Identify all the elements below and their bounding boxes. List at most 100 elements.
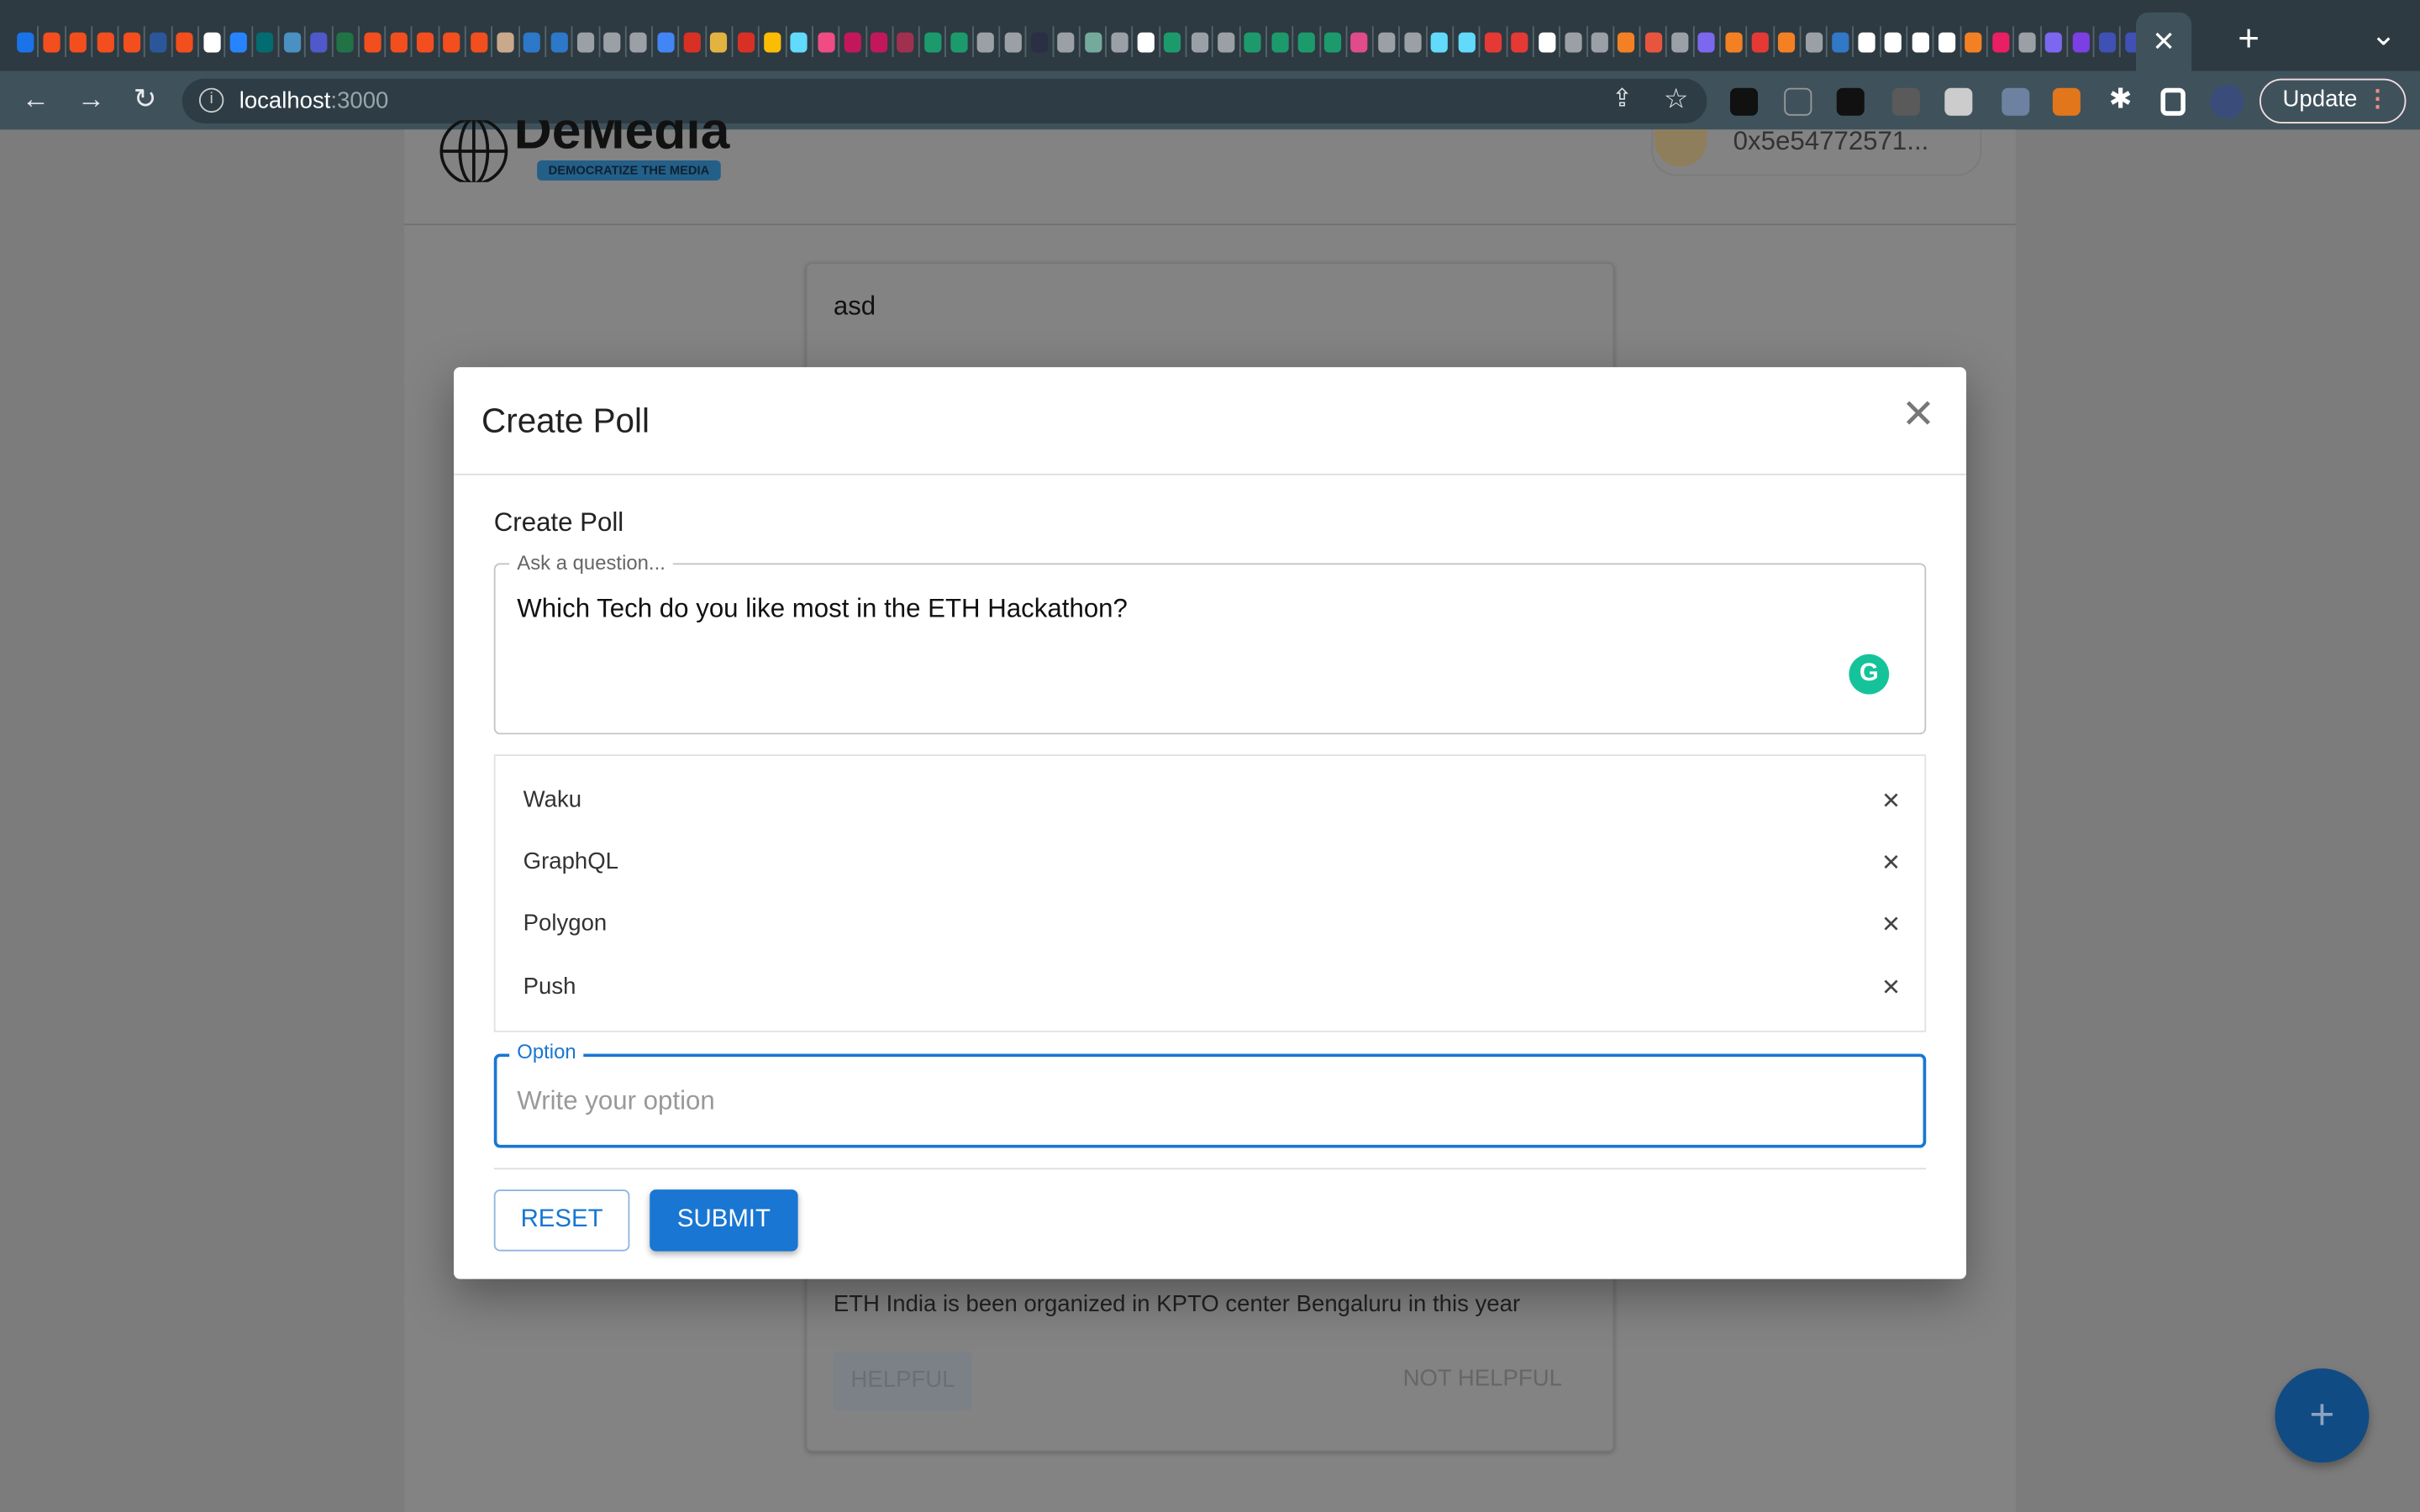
pinned-tab[interactable] bbox=[1988, 26, 2015, 57]
pinned-tab[interactable] bbox=[1614, 26, 1641, 57]
pinned-tab[interactable] bbox=[1374, 26, 1401, 57]
pinned-tab[interactable] bbox=[1694, 26, 1721, 57]
pinned-tab[interactable] bbox=[146, 26, 173, 57]
pinned-tab[interactable] bbox=[1534, 26, 1561, 57]
pinned-tab[interactable] bbox=[519, 26, 547, 57]
pinned-tab[interactable] bbox=[13, 26, 39, 57]
pinned-tab[interactable] bbox=[1907, 26, 1935, 57]
pinned-tab[interactable] bbox=[2068, 26, 2095, 57]
site-info-icon[interactable]: i bbox=[198, 87, 224, 113]
pinned-tab[interactable] bbox=[466, 26, 493, 57]
create-fab-button[interactable]: + bbox=[2275, 1368, 2370, 1463]
not-helpful-button[interactable]: NOT HELPFUL bbox=[1403, 1366, 1562, 1392]
pinned-tab[interactable] bbox=[386, 26, 413, 57]
pinned-tab[interactable] bbox=[1961, 26, 1988, 57]
metamask-icon[interactable] bbox=[2052, 87, 2081, 116]
menu-dots-icon[interactable]: ⋮ bbox=[2366, 81, 2390, 121]
pinned-tab[interactable] bbox=[439, 26, 466, 57]
remove-option-icon[interactable]: ✕ bbox=[1881, 974, 1901, 1001]
pinned-tab[interactable] bbox=[760, 26, 787, 57]
pinned-tab[interactable] bbox=[600, 26, 627, 57]
extension-eyedropper-icon[interactable] bbox=[2002, 87, 2030, 116]
address-bar[interactable] bbox=[182, 78, 1707, 123]
pinned-tab[interactable] bbox=[733, 26, 760, 57]
pinned-tab[interactable] bbox=[1667, 26, 1695, 57]
pinned-tab[interactable] bbox=[1054, 26, 1081, 57]
pinned-tab[interactable] bbox=[306, 26, 333, 57]
url-text[interactable]: localhost:3000 bbox=[239, 88, 389, 114]
pinned-tab[interactable] bbox=[573, 26, 600, 57]
update-button[interactable]: Update ⋮ bbox=[2259, 78, 2407, 123]
question-value[interactable]: Which Tech do you like most in the ETH H… bbox=[517, 594, 1128, 625]
pinned-tab[interactable] bbox=[413, 26, 440, 57]
pinned-tab[interactable] bbox=[1507, 26, 1534, 57]
extension-battery-icon[interactable] bbox=[1944, 87, 1973, 116]
pinned-tab[interactable] bbox=[1134, 26, 1160, 57]
pinned-tab[interactable] bbox=[199, 26, 226, 57]
pinned-tab[interactable] bbox=[866, 26, 894, 57]
pinned-tab[interactable] bbox=[1240, 26, 1267, 57]
pinned-tab[interactable] bbox=[253, 26, 280, 57]
pinned-tab[interactable] bbox=[1454, 26, 1481, 57]
pinned-tab[interactable] bbox=[1641, 26, 1668, 57]
pinned-tab[interactable] bbox=[226, 26, 253, 57]
pinned-tab[interactable] bbox=[840, 26, 867, 57]
submit-button[interactable]: SUBMIT bbox=[650, 1189, 798, 1252]
extension-lock-icon[interactable] bbox=[1836, 87, 1865, 116]
question-textarea[interactable] bbox=[493, 563, 1927, 735]
pinned-tab[interactable] bbox=[707, 26, 734, 57]
pinned-tab[interactable] bbox=[1721, 26, 1748, 57]
pinned-tab[interactable] bbox=[1080, 26, 1107, 57]
remove-option-icon[interactable]: ✕ bbox=[1881, 848, 1901, 876]
pinned-tab[interactable] bbox=[279, 26, 307, 57]
grammarly-icon[interactable]: G bbox=[1849, 654, 1890, 695]
pinned-tab[interactable] bbox=[333, 26, 360, 57]
pinned-tab[interactable] bbox=[973, 26, 1001, 57]
remove-option-icon[interactable]: ✕ bbox=[1881, 787, 1901, 815]
pinned-tab[interactable] bbox=[680, 26, 707, 57]
pinned-tab[interactable] bbox=[2014, 26, 2042, 57]
active-tab-close-button[interactable]: ✕ bbox=[2136, 12, 2192, 71]
pinned-tab[interactable] bbox=[1560, 26, 1588, 57]
remove-option-icon[interactable]: ✕ bbox=[1881, 911, 1901, 938]
back-icon[interactable]: ← bbox=[18, 83, 52, 116]
pinned-tab[interactable] bbox=[1401, 26, 1428, 57]
pinned-tab[interactable] bbox=[1774, 26, 1802, 57]
profile-avatar[interactable] bbox=[2210, 85, 2244, 119]
extensions-puzzle-icon[interactable]: ✱ bbox=[2103, 83, 2137, 116]
pinned-tab[interactable] bbox=[2095, 26, 2122, 57]
pinned-tab[interactable] bbox=[653, 26, 680, 57]
extension-gnome-icon[interactable] bbox=[1729, 87, 1759, 116]
side-panel-icon[interactable] bbox=[2160, 87, 2186, 116]
pinned-tab[interactable] bbox=[1213, 26, 1241, 57]
pinned-tab[interactable] bbox=[1881, 26, 1908, 57]
pinned-tab[interactable] bbox=[1828, 26, 1854, 57]
pinned-tab[interactable] bbox=[1000, 26, 1027, 57]
pinned-tab[interactable] bbox=[1934, 26, 1961, 57]
option-input[interactable] bbox=[497, 1057, 1923, 1145]
pinned-tab[interactable] bbox=[626, 26, 654, 57]
pinned-tab[interactable] bbox=[1481, 26, 1507, 57]
pinned-tab[interactable] bbox=[1267, 26, 1294, 57]
pinned-tab[interactable] bbox=[1320, 26, 1348, 57]
pinned-tab[interactable] bbox=[1587, 26, 1614, 57]
bookmark-star-icon[interactable]: ☆ bbox=[1659, 83, 1692, 116]
pinned-tab[interactable] bbox=[1748, 26, 1775, 57]
pinned-tab[interactable] bbox=[1347, 26, 1374, 57]
pinned-tab[interactable] bbox=[172, 26, 200, 57]
pinned-tab[interactable] bbox=[1160, 26, 1187, 57]
pinned-tab[interactable] bbox=[813, 26, 840, 57]
pinned-tab[interactable] bbox=[1187, 26, 1214, 57]
reload-icon[interactable]: ↻ bbox=[128, 83, 161, 116]
pinned-tab[interactable] bbox=[1427, 26, 1455, 57]
extension-mail-icon[interactable] bbox=[1784, 87, 1812, 116]
tab-list-button[interactable]: ⌄ bbox=[2370, 15, 2396, 54]
pinned-tab[interactable] bbox=[493, 26, 520, 57]
pinned-tab[interactable] bbox=[786, 26, 813, 57]
close-icon[interactable]: ✕ bbox=[1902, 392, 1935, 435]
new-tab-button[interactable]: + bbox=[2238, 18, 2260, 61]
pinned-tab[interactable] bbox=[39, 26, 66, 57]
pinned-tab[interactable] bbox=[893, 26, 920, 57]
pinned-tab[interactable] bbox=[1294, 26, 1321, 57]
pinned-tab[interactable] bbox=[66, 26, 93, 57]
